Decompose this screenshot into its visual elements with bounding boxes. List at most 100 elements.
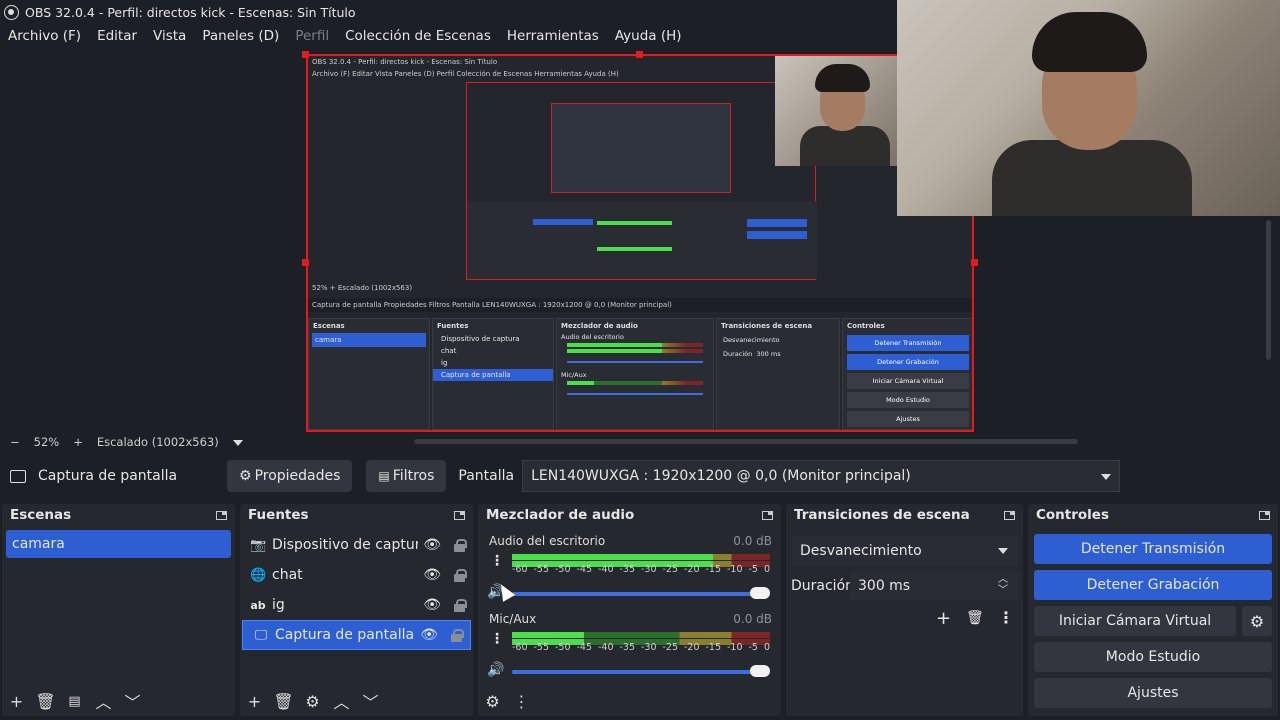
eye-icon[interactable]: 👁 — [420, 627, 438, 643]
move-down-icon[interactable]: ﹀ — [356, 689, 385, 713]
audio-mixer-dock: Mezclador de audio Audio del escritorio … — [478, 504, 781, 716]
controls-title: Controles — [1036, 507, 1109, 523]
display-label: Pantalla — [458, 468, 515, 484]
filter-icon[interactable]: ▤ — [60, 694, 89, 709]
add-icon[interactable]: + — [2, 692, 31, 711]
meter-tick-label: -10 — [727, 564, 743, 575]
zoom-out-button[interactable]: − — [10, 435, 20, 449]
menu-herramientas[interactable]: Herramientas — [499, 28, 607, 44]
browser-icon: 🌐 — [250, 567, 267, 583]
meter-tick-label: -35 — [619, 564, 636, 575]
menu-bar: Archivo (F) Editar Vista Paneles (D) Per… — [0, 24, 900, 48]
duration-spinbox[interactable]: 300 ms ︿ ﹀ — [850, 572, 1018, 600]
lock-icon[interactable] — [454, 568, 467, 582]
trash-icon[interactable]: 🗑 — [31, 692, 60, 711]
spin-arrows-icon[interactable]: ︿ ﹀ — [998, 574, 1008, 596]
lock-icon[interactable] — [451, 628, 464, 642]
meter-tick-label: -20 — [684, 642, 700, 653]
menu-paneles[interactable]: Paneles (D) — [194, 28, 287, 44]
zoom-in-button[interactable]: + — [73, 435, 83, 449]
eye-icon[interactable]: 👁 — [423, 567, 441, 583]
source-item-capture-device[interactable]: 📷 Dispositivo de captura c 👁 — [240, 530, 473, 560]
transition-select[interactable]: Desvanecimiento — [792, 536, 1018, 566]
add-icon[interactable]: + — [240, 692, 269, 711]
scenes-dock: Escenas camara + 🗑 ▤ ︿ ﹀ — [2, 504, 235, 716]
monitor-icon — [10, 469, 26, 483]
nested-docks — [467, 201, 817, 279]
undock-icon[interactable] — [216, 510, 227, 520]
mixer-toolbar: ⚙ ⋮ — [478, 688, 536, 714]
menu-editar[interactable]: Editar — [89, 28, 145, 44]
menu-ayuda[interactable]: Ayuda (H) — [607, 28, 690, 44]
resize-handle-right[interactable] — [971, 259, 978, 266]
start-virtual-camera-button[interactable]: Iniciar Cámara Virtual — [1034, 606, 1236, 636]
meter-tick-label: -60 — [512, 564, 528, 575]
display-select[interactable]: LEN140WUXGA : 1920x1200 @ 0,0 (Monitor p… — [522, 460, 1121, 492]
meter-tick-label: 0 — [763, 642, 770, 653]
mini-scenes: Escenas camara — [308, 318, 430, 430]
selected-source-label: Captura de pantalla — [38, 468, 178, 484]
resize-handle-top[interactable] — [636, 51, 643, 58]
scale-dropdown-icon[interactable] — [232, 440, 243, 446]
lock-icon[interactable] — [454, 538, 467, 552]
volume-slider[interactable] — [512, 587, 770, 599]
trash-icon[interactable]: 🗑 — [966, 610, 984, 626]
filters-button[interactable]: ▤ Filtros — [366, 460, 447, 492]
horizontal-scrollbar[interactable] — [414, 439, 1078, 444]
source-item-ig[interactable]: ab ig 👁 — [240, 590, 473, 620]
text-icon: ab — [250, 598, 266, 612]
meter-tick-label: -55 — [533, 642, 550, 653]
resize-handle-top-left[interactable] — [302, 51, 309, 58]
lock-icon[interactable] — [454, 598, 467, 612]
move-up-icon[interactable]: ︿ — [89, 689, 118, 713]
add-icon[interactable]: + — [936, 608, 951, 629]
slider-knob[interactable] — [750, 587, 770, 599]
resize-handle-left[interactable] — [302, 259, 309, 266]
more-options-icon[interactable]: ⋮ — [490, 632, 504, 646]
undock-icon[interactable] — [1004, 510, 1015, 520]
nested-capture — [466, 82, 817, 280]
move-down-icon[interactable]: ﹀ — [118, 689, 147, 713]
virtual-camera-settings-gear-icon[interactable]: ⚙ — [1242, 606, 1272, 636]
more-options-icon[interactable]: ⋮ — [998, 608, 1014, 627]
properties-label: Propiedades — [254, 468, 341, 484]
scene-item-camara[interactable]: camara — [6, 530, 231, 558]
track-db: 0.0 dB — [733, 534, 772, 548]
more-options-icon[interactable]: ⋮ — [507, 692, 536, 711]
source-item-screen-capture[interactable]: 🖵 Captura de pantalla 👁 — [242, 620, 471, 650]
controls-dock: Controles Detener Transmisión Detener Gr… — [1028, 504, 1278, 716]
mini-source-bar: Captura de pantalla Propiedades Filtros … — [308, 298, 972, 312]
speaker-icon[interactable]: 🔊 — [486, 662, 506, 680]
more-options-icon[interactable]: ⋮ — [490, 554, 504, 568]
trash-icon[interactable]: 🗑 — [269, 692, 298, 711]
meter-tick-label: -45 — [576, 642, 593, 653]
menu-coleccion-escenas[interactable]: Colección de Escenas — [337, 28, 499, 44]
vertical-scrollbar[interactable] — [1266, 220, 1271, 360]
menu-vista[interactable]: Vista — [145, 28, 194, 44]
studio-mode-button[interactable]: Modo Estudio — [1034, 642, 1272, 672]
undock-icon[interactable] — [454, 510, 465, 520]
volume-slider[interactable] — [512, 665, 770, 677]
stop-stream-button[interactable]: Detener Transmisión — [1034, 534, 1272, 564]
track-name: Mic/Aux — [489, 612, 537, 626]
properties-button[interactable]: ⚙ Propiedades — [227, 460, 353, 492]
source-item-chat[interactable]: 🌐 chat 👁 — [240, 560, 473, 590]
eye-icon[interactable]: 👁 — [423, 537, 441, 553]
meter-tick-label: 0 — [763, 564, 770, 575]
mini-mixer: Mezclador de audio Audio del escritorio … — [556, 318, 714, 430]
meter-tick-label: -60 — [512, 642, 528, 653]
meter-tick-label: -25 — [662, 642, 679, 653]
advanced-audio-gear-icon[interactable]: ⚙ — [478, 692, 507, 711]
move-up-icon[interactable]: ︿ — [327, 689, 356, 713]
camera-icon: 📷 — [250, 537, 267, 553]
slider-knob[interactable] — [750, 665, 770, 677]
webcam-source-image[interactable] — [897, 0, 1280, 216]
eye-icon[interactable]: 👁 — [423, 597, 441, 613]
settings-button[interactable]: Ajustes — [1034, 678, 1272, 708]
undock-icon[interactable] — [762, 510, 773, 520]
gear-icon[interactable]: ⚙ — [298, 692, 327, 711]
menu-archivo[interactable]: Archivo (F) — [0, 28, 89, 44]
undock-icon[interactable] — [1259, 510, 1270, 520]
menu-perfil[interactable]: Perfil — [287, 28, 337, 44]
stop-recording-button[interactable]: Detener Grabación — [1034, 570, 1272, 600]
